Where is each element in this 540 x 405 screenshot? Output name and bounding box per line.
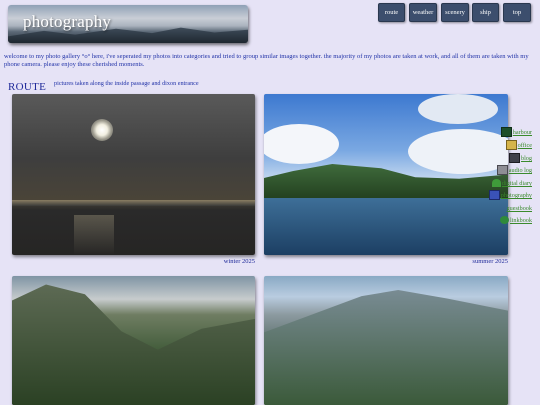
cloud xyxy=(408,129,508,174)
sidebar-item-linkbook[interactable]: linkbook xyxy=(499,211,532,225)
horizon-glow xyxy=(12,200,255,207)
photo-winter-night[interactable] xyxy=(12,94,255,255)
mountain-ridge xyxy=(264,290,508,405)
sidebar-item-label[interactable]: linkbook xyxy=(510,217,532,224)
section-heading: ROUTE pictures taken along the inside pa… xyxy=(8,77,199,95)
sidebar-item-label[interactable]: harbour xyxy=(513,129,532,136)
nav-button-ship[interactable]: ship xyxy=(472,3,499,22)
sidebar-item-office[interactable]: office xyxy=(505,136,532,151)
page-title: photography xyxy=(23,12,112,31)
sidebar-item-photography[interactable]: photography xyxy=(488,186,532,201)
water xyxy=(264,198,508,255)
nav-button-weather[interactable]: weather xyxy=(409,3,437,22)
sidebar-item-guestbook[interactable]: guestbook xyxy=(497,199,532,212)
cloud xyxy=(264,124,339,164)
photo-caption: winter 2025 xyxy=(223,258,255,265)
section-description: pictures taken along the inside passage … xyxy=(54,80,199,87)
photo-mountain-left[interactable] xyxy=(12,276,255,405)
moon xyxy=(91,119,113,141)
photo-mountain-right[interactable] xyxy=(264,276,508,405)
moon-reflection xyxy=(74,214,114,255)
photo-summer-lake[interactable] xyxy=(264,94,508,255)
sidebar-item-blog[interactable]: blog xyxy=(508,149,532,164)
photo-caption: summer 2025 xyxy=(472,258,508,265)
nav-button-route[interactable]: route xyxy=(378,3,405,22)
nav-button-top[interactable]: top xyxy=(503,3,531,22)
sidebar-item-label[interactable]: photography xyxy=(501,192,532,199)
sidebar-item-digital-diary[interactable]: digital diary xyxy=(491,174,532,188)
header-banner: photography xyxy=(8,5,248,43)
intro-text: welcome to my photo gallery °o° here, i'… xyxy=(4,53,529,68)
mountain-ridge xyxy=(12,284,255,405)
section-name: ROUTE xyxy=(8,81,47,93)
sidebar-item-harbour[interactable]: harbour xyxy=(500,123,532,138)
sidebar-item-label[interactable]: audio log xyxy=(509,167,532,174)
sidebar-item-label[interactable]: office xyxy=(518,142,532,149)
nav-button-scenery[interactable]: scenery xyxy=(441,3,469,22)
sidebar-item-audio-log[interactable]: audio log xyxy=(496,161,532,176)
cloud xyxy=(418,94,498,124)
